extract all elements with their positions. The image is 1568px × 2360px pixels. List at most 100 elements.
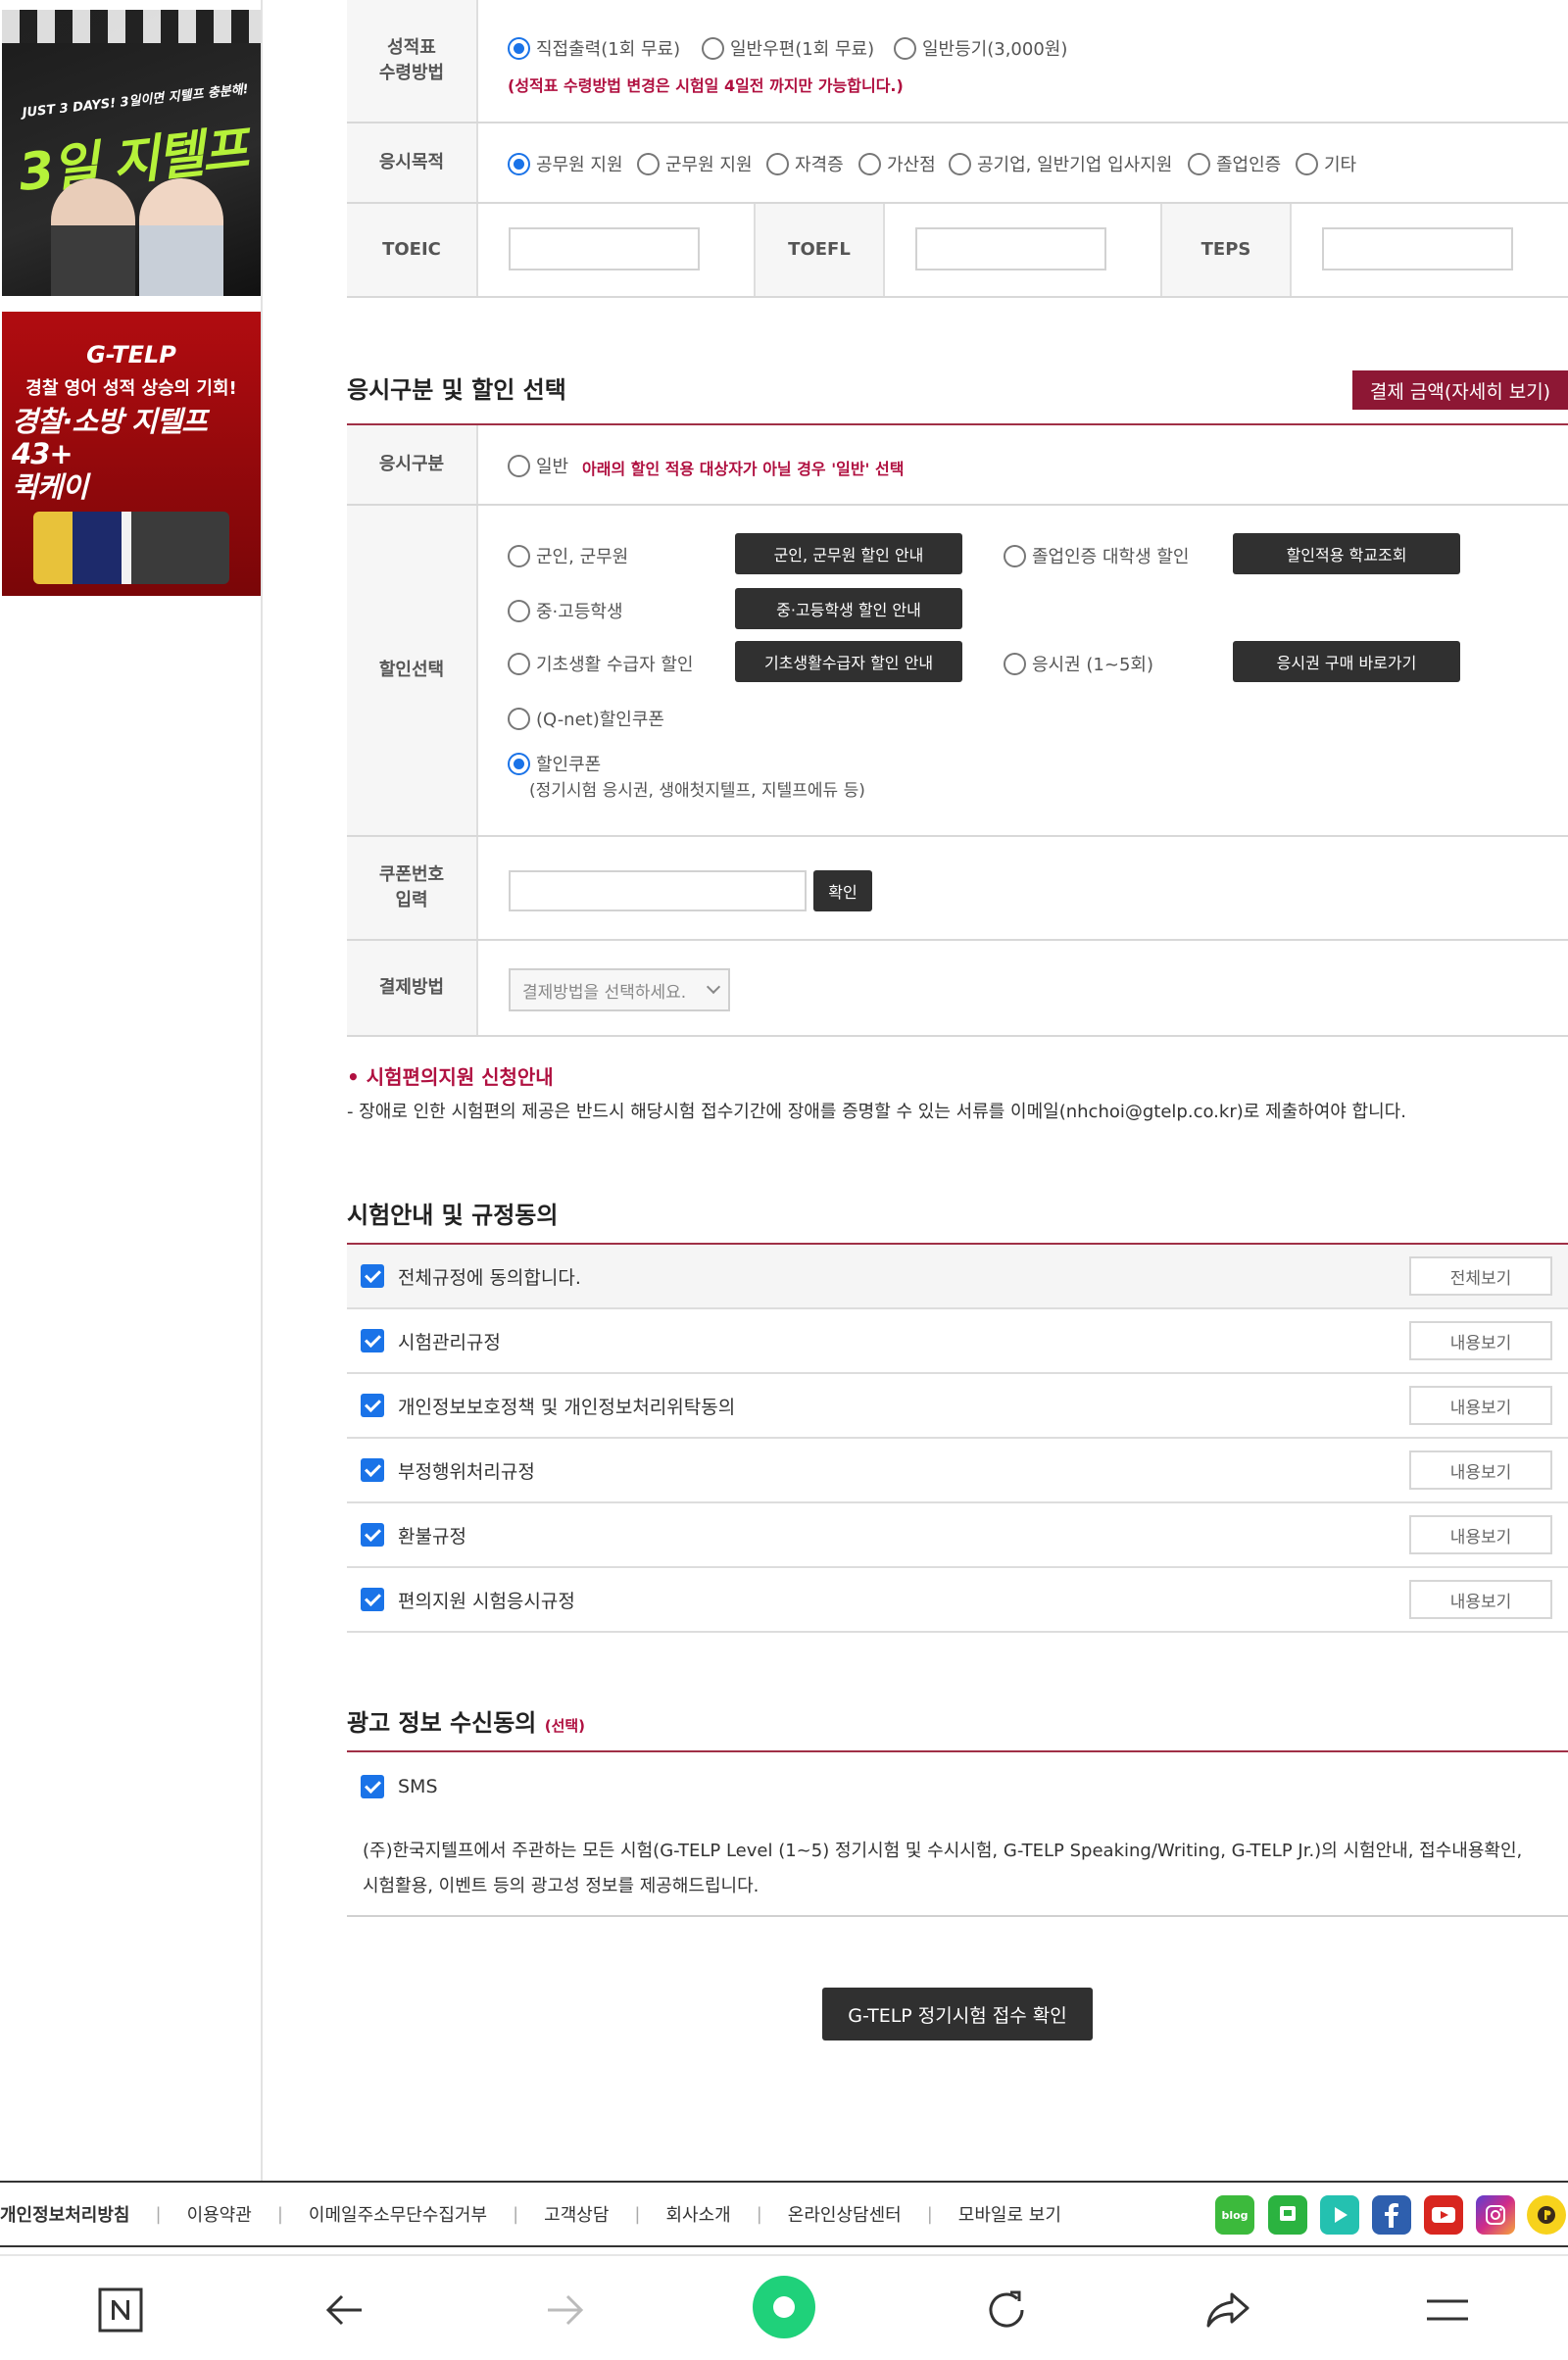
radio-purpose-certificate[interactable]: 자격증 — [766, 151, 844, 176]
naver-n-icon[interactable] — [96, 2286, 145, 2335]
checkbox-checked-icon[interactable] — [361, 1394, 384, 1417]
banner2-big-text: 경찰·소방 지텔프 43+ 퀵케이 — [12, 405, 261, 504]
radio-purpose-extra-points[interactable]: 가산점 — [858, 151, 936, 176]
agree-label: 개인정보보호정책 및 개인정보처리위탁동의 — [398, 1396, 736, 1418]
radio-purpose-civil-servant[interactable]: 공무원 지원 — [508, 151, 623, 176]
toeic-label: TOEIC — [347, 204, 478, 296]
exam-type-label: 응시구분 — [347, 425, 478, 504]
footer-link-company[interactable]: 회사소개 — [665, 2201, 730, 2227]
agree-row-exam-rules[interactable]: 시험관리규정 내용보기 — [347, 1309, 1568, 1374]
view-content-button[interactable]: 내용보기 — [1409, 1450, 1552, 1490]
radio-discount-coupon[interactable]: 할인쿠폰 — [508, 751, 601, 776]
checkbox-checked-icon[interactable] — [361, 1775, 384, 1798]
banner-stripe — [2, 10, 261, 43]
naver-talk-glyph — [1280, 2206, 1296, 2221]
row-previous-scores: TOEIC TOEFL TEPS — [347, 204, 1568, 298]
left-banner-column: JUST 3 DAYS! 3일이면 지텔프 충분해! 3일 지텔프 G-TELP… — [0, 0, 263, 2181]
radio-graduate-discount[interactable]: 졸업인증 대학생 할인 — [1004, 543, 1189, 568]
radio-registered-mail[interactable]: 일반등기(3,000원) — [894, 35, 1067, 61]
footer-link-online-center[interactable]: 온라인상담센터 — [788, 2201, 902, 2227]
kakao-glyph — [1538, 2206, 1555, 2224]
radio-label: 할인쿠폰 — [536, 755, 602, 775]
voucher-purchase-button[interactable]: 응시권 구매 바로가기 — [1233, 641, 1460, 682]
banner-police-gtelp[interactable]: G-TELP 경찰 영어 성적 상승의 기회! 경찰·소방 지텔프 43+ 퀵케… — [2, 312, 261, 596]
radio-voucher[interactable]: 응시권 (1~5회) — [1004, 651, 1153, 676]
green-dot-icon[interactable] — [751, 2274, 817, 2340]
banner-3day-gtelp[interactable]: JUST 3 DAYS! 3일이면 지텔프 충분해! 3일 지텔프 — [2, 10, 261, 296]
checkbox-checked-icon[interactable] — [361, 1329, 384, 1352]
coupon-number-input[interactable] — [509, 870, 807, 911]
radio-general[interactable]: 일반 — [508, 453, 568, 478]
kakao-icon[interactable] — [1527, 2195, 1566, 2235]
welfare-discount-info-button[interactable]: 기초생활수급자 할인 안내 — [735, 641, 962, 682]
radio-regular-mail[interactable]: 일반우편(1회 무료) — [702, 35, 874, 61]
footer-link-privacy[interactable]: 개인정보처리방침 — [0, 2201, 129, 2227]
naver-talk-icon[interactable] — [1268, 2195, 1307, 2235]
radio-label: 공무원 지원 — [536, 155, 623, 175]
share-glyph — [1206, 2292, 1250, 2328]
radio-purpose-other[interactable]: 기타 — [1296, 151, 1356, 176]
footer-link-terms[interactable]: 이용약관 — [187, 2201, 252, 2227]
agree-row-convenience[interactable]: 편의지원 시험응시규정 내용보기 — [347, 1568, 1568, 1633]
refresh-icon[interactable] — [982, 2286, 1031, 2335]
radio-welfare[interactable]: 기초생활 수급자 할인 — [508, 651, 693, 676]
payment-amount-button[interactable]: 결제 금액(자세히 보기) — [1352, 370, 1568, 410]
checkbox-checked-icon[interactable] — [361, 1264, 384, 1288]
payment-method-select[interactable]: 결제방법을 선택하세요. — [509, 968, 730, 1011]
footer-link-support[interactable]: 고객상담 — [544, 2201, 609, 2227]
radio-circle — [1188, 152, 1210, 175]
youtube-icon[interactable] — [1424, 2195, 1463, 2235]
menu-icon[interactable] — [1423, 2286, 1472, 2335]
checkbox-checked-icon[interactable] — [361, 1523, 384, 1547]
discount-section-title: 응시구분 및 할인 선택 — [347, 376, 566, 404]
toeic-input[interactable] — [509, 227, 700, 270]
agree-row-all[interactable]: 전체규정에 동의합니다. 전체보기 — [347, 1245, 1568, 1309]
banner2-sub-text: 경찰 영어 성적 상승의 기회! — [25, 378, 237, 399]
radio-student[interactable]: 중·고등학생 — [508, 598, 623, 623]
radio-label: (Q-net)할인쿠폰 — [536, 710, 664, 730]
instagram-icon[interactable] — [1476, 2195, 1515, 2235]
facebook-icon[interactable] — [1372, 2195, 1411, 2235]
radio-purpose-graduation[interactable]: 졸업인증 — [1188, 151, 1281, 176]
view-all-button[interactable]: 전체보기 — [1409, 1256, 1552, 1296]
score-receipt-label: 성적표 수령방법 — [347, 0, 478, 122]
radio-circle — [949, 152, 971, 175]
student-discount-info-button[interactable]: 중·고등학생 할인 안내 — [735, 588, 962, 629]
agree-row-privacy[interactable]: 개인정보보호정책 및 개인정보처리위탁동의 내용보기 — [347, 1374, 1568, 1439]
forward-arrow-icon[interactable] — [541, 2286, 590, 2335]
radio-direct-print[interactable]: 직접출력(1회 무료) — [508, 35, 680, 61]
view-content-button[interactable]: 내용보기 — [1409, 1515, 1552, 1554]
footer-link-mobile[interactable]: 모바일로 보기 — [958, 2201, 1061, 2227]
radio-circle — [508, 752, 530, 775]
banner1-big-text: 3일 지텔프 — [16, 120, 250, 204]
back-arrow-icon[interactable] — [319, 2286, 368, 2335]
instagram-glyph — [1486, 2205, 1505, 2225]
agree-row-misconduct[interactable]: 부정행위처리규정 내용보기 — [347, 1439, 1568, 1503]
school-lookup-button[interactable]: 할인적용 학교조회 — [1233, 533, 1460, 574]
view-content-button[interactable]: 내용보기 — [1409, 1386, 1552, 1425]
checkbox-checked-icon[interactable] — [361, 1458, 384, 1482]
agree-row-refund[interactable]: 환불규정 내용보기 — [347, 1503, 1568, 1568]
play-icon[interactable] — [1320, 2195, 1359, 2235]
view-content-button[interactable]: 내용보기 — [1409, 1580, 1552, 1619]
submit-registration-button[interactable]: G-TELP 정기시험 접수 확인 — [822, 1988, 1093, 2040]
agree-row-sms[interactable]: SMS — [347, 1752, 1568, 1821]
coupon-confirm-button[interactable]: 확인 — [813, 870, 872, 911]
military-discount-info-button[interactable]: 군인, 군무원 할인 안내 — [735, 533, 962, 574]
view-content-button[interactable]: 내용보기 — [1409, 1321, 1552, 1360]
checkbox-checked-icon[interactable] — [361, 1588, 384, 1611]
radio-purpose-employment[interactable]: 공기업, 일반기업 입사지원 — [949, 151, 1172, 176]
teps-input[interactable] — [1322, 227, 1513, 270]
banner2-logo: G-TELP — [86, 341, 176, 369]
radio-purpose-military-civilian[interactable]: 군무원 지원 — [637, 151, 753, 176]
blog-icon[interactable]: blog — [1215, 2195, 1254, 2235]
separator: | — [513, 2203, 519, 2225]
radio-military[interactable]: 군인, 군무원 — [508, 543, 628, 568]
agree-label: 전체규정에 동의합니다. — [398, 1266, 581, 1289]
toefl-input[interactable] — [915, 227, 1106, 270]
footer-link-email-policy[interactable]: 이메일주소무단수집거부 — [309, 2201, 487, 2227]
radio-qnet-coupon[interactable]: (Q-net)할인쿠폰 — [508, 706, 664, 731]
share-icon[interactable] — [1203, 2286, 1252, 2335]
radio-circle — [508, 36, 530, 60]
radio-circle — [508, 454, 530, 477]
